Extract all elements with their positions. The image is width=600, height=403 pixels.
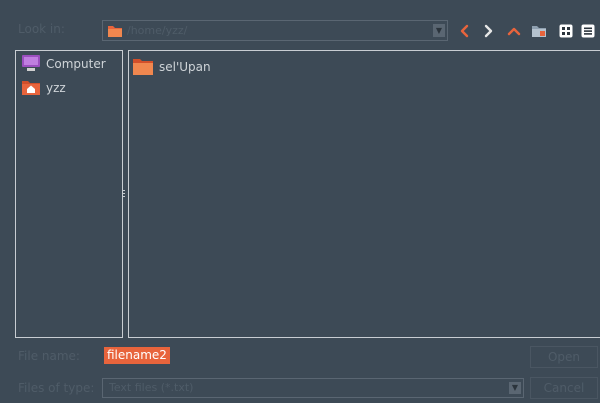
sidebar-item-yzz[interactable]: yzz [21, 79, 66, 97]
list-item[interactable]: sel'Upan [132, 57, 211, 77]
sidebar-panel[interactable]: Computer yzz [15, 50, 123, 338]
chevron-down-icon[interactable]: ▼ [509, 382, 521, 394]
file-type-label: Files of type: [18, 381, 95, 395]
path-text: /home/yzz/ [127, 24, 188, 37]
sidebar-item-computer[interactable]: Computer [21, 54, 106, 75]
look-in-label: Look in: [18, 22, 65, 36]
icon-view-icon [559, 24, 573, 38]
file-name-value: filename2 [104, 347, 170, 364]
back-button[interactable] [456, 20, 472, 42]
splitter-handle[interactable] [123, 190, 126, 200]
sidebar-item-label: yzz [46, 81, 66, 95]
chevron-down-icon[interactable]: ▼ [433, 24, 445, 37]
open-button[interactable]: Open [530, 346, 598, 368]
chevron-up-icon [507, 27, 521, 36]
sidebar-item-label: Computer [46, 57, 106, 71]
file-name-label: File name: [18, 349, 80, 363]
file-list-panel[interactable]: sel'Upan [128, 50, 600, 338]
file-name-field[interactable]: filename2 [102, 346, 522, 366]
new-folder-icon [532, 26, 546, 37]
home-folder-icon [21, 78, 41, 99]
computer-icon [21, 54, 41, 75]
list-view-icon [581, 24, 595, 38]
parent-directory-button[interactable] [505, 20, 523, 42]
path-combobox[interactable]: /home/yzz/ ▼ [102, 20, 448, 41]
folder-icon [107, 24, 123, 41]
new-folder-button[interactable] [530, 20, 548, 42]
list-view-button[interactable] [579, 20, 597, 42]
chevron-right-icon [484, 24, 493, 38]
cancel-button[interactable]: Cancel [530, 377, 598, 399]
navigation-bar: Look in: /home/yzz/ ▼ [0, 0, 600, 42]
folder-icon [132, 56, 154, 79]
forward-button[interactable] [481, 20, 497, 42]
chevron-left-icon [460, 24, 469, 38]
file-type-combobox[interactable]: Text files (*.txt) ▼ [102, 378, 524, 398]
list-item-label: sel'Upan [159, 60, 211, 74]
icon-view-button[interactable] [557, 20, 575, 42]
file-type-value: Text files (*.txt) [109, 381, 194, 394]
